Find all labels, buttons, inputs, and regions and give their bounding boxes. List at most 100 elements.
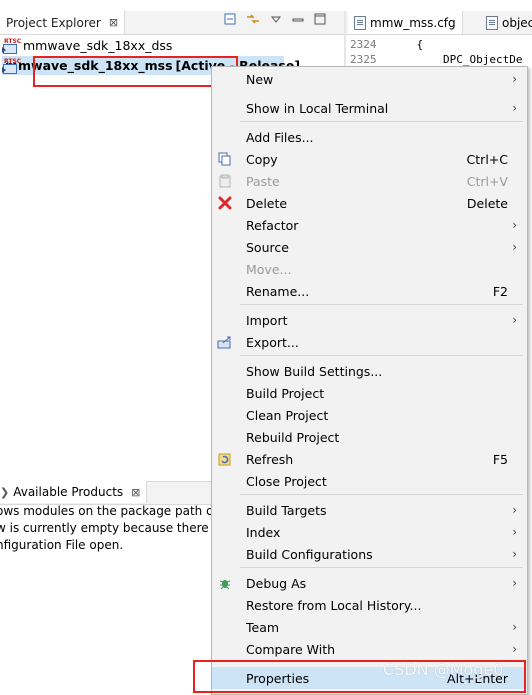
submenu-arrow-icon: › xyxy=(512,642,517,656)
menu-item-label: Source xyxy=(246,239,289,255)
menu-item-move: Move... xyxy=(212,258,525,280)
menu-item-label: Index xyxy=(246,524,281,540)
debug-icon xyxy=(217,575,233,591)
submenu-arrow-icon: › xyxy=(512,240,517,254)
delete-icon xyxy=(217,195,233,211)
menu-item-shortcut: Delete xyxy=(466,195,508,211)
menu-separator xyxy=(240,494,523,495)
project-explorer-tab-label: Project Explorer xyxy=(6,15,101,30)
menu-item-team[interactable]: Team › xyxy=(212,616,525,638)
menu-item-label: Show in Local Terminal xyxy=(246,100,389,116)
submenu-arrow-icon: › xyxy=(512,72,517,86)
line-number: 2325 xyxy=(350,53,377,66)
code-line: 2324 { xyxy=(350,38,423,53)
submenu-arrow-icon: › xyxy=(512,525,517,539)
file-icon xyxy=(354,15,366,30)
menu-item-label: Export... xyxy=(246,334,299,350)
menu-item-label: Show Build Settings... xyxy=(246,363,383,379)
tree-item-dss-project[interactable]: RTSC mmwave_sdk_18xx_dss xyxy=(2,36,172,55)
available-products-text: w is currently empty because there is xyxy=(0,521,223,535)
menu-item-rebuild-project[interactable]: Rebuild Project xyxy=(212,426,525,448)
close-icon[interactable]: ⊠ xyxy=(109,16,118,29)
products-icon: ❯ xyxy=(0,485,10,499)
file-icon xyxy=(486,15,498,30)
available-products-tab-label: Available Products xyxy=(13,485,124,499)
refresh-icon xyxy=(217,451,233,467)
menu-item-export[interactable]: Export... xyxy=(212,331,525,353)
menu-item-shortcut: Ctrl+V xyxy=(466,173,508,189)
tree-item-label: mmwave_sdk_18xx_dss xyxy=(23,38,173,53)
tab-available-products[interactable]: ❯ Available Products ⊠ xyxy=(0,481,148,503)
menu-item-label: Team xyxy=(246,619,280,635)
copy-icon xyxy=(217,151,233,167)
collapse-all-icon[interactable] xyxy=(224,13,236,25)
available-products-text: nfiguration File open. xyxy=(0,538,124,552)
menu-item-clean-project[interactable]: Clean Project xyxy=(212,404,525,426)
menu-item-compare-with[interactable]: Compare With › xyxy=(212,638,525,660)
menu-separator xyxy=(240,121,523,122)
menu-item-paste: Paste Ctrl+V xyxy=(212,170,525,192)
code-text: { xyxy=(390,38,424,51)
menu-item-source[interactable]: Source › xyxy=(212,236,525,258)
menu-item-label: Debug As xyxy=(246,575,307,591)
menu-separator xyxy=(240,567,523,568)
menu-item-label: Build Targets xyxy=(246,502,327,518)
menu-item-build-targets[interactable]: Build Targets › xyxy=(212,499,525,521)
project-explorer-toolbar xyxy=(224,13,326,25)
view-menu-icon[interactable] xyxy=(270,13,282,25)
menu-item-delete[interactable]: Delete Delete xyxy=(212,192,525,214)
menu-item-restore-from-local-history[interactable]: Restore from Local History... xyxy=(212,594,525,616)
watermark: CSDN @Moge0 xyxy=(383,660,504,679)
tab-mmw-mss-cfg[interactable]: mmw_mss.cfg xyxy=(348,11,463,34)
menu-item-show-build-settings[interactable]: Show Build Settings... xyxy=(212,360,525,382)
export-icon xyxy=(217,334,233,350)
menu-item-import[interactable]: Import › xyxy=(212,309,525,331)
menu-item-close-project[interactable]: Close Project xyxy=(212,470,525,492)
annotation-box-project xyxy=(33,56,238,87)
menu-item-build-project[interactable]: Build Project xyxy=(212,382,525,404)
submenu-arrow-icon: › xyxy=(512,313,517,327)
editor-tab-label: mmw_mss.cfg xyxy=(370,15,456,30)
menu-separator xyxy=(240,304,523,305)
submenu-arrow-icon: › xyxy=(512,576,517,590)
editor-tab-label: objec xyxy=(502,15,532,30)
available-products-text: ows modules on the package path o xyxy=(0,504,214,518)
minimize-icon[interactable] xyxy=(292,13,304,25)
menu-item-label: Rebuild Project xyxy=(246,429,340,445)
submenu-arrow-icon: › xyxy=(512,218,517,232)
submenu-arrow-icon: › xyxy=(512,547,517,561)
menu-item-label: Clean Project xyxy=(246,407,329,423)
menu-item-shortcut: F2 xyxy=(492,283,508,299)
code-text: DPC_ObjectDe xyxy=(390,53,523,66)
menu-item-label: Refactor xyxy=(246,217,299,233)
menu-item-new[interactable]: New › xyxy=(212,68,525,90)
menu-item-refactor[interactable]: Refactor › xyxy=(212,214,525,236)
menu-item-add-files[interactable]: Add Files... xyxy=(212,126,525,148)
menu-item-label: Rename... xyxy=(246,283,310,299)
menu-item-debug-as[interactable]: Debug As › xyxy=(212,572,525,594)
close-icon[interactable]: ⊠ xyxy=(131,486,140,499)
menu-item-label: Copy xyxy=(246,151,278,167)
menu-item-label: Refresh xyxy=(246,451,294,467)
menu-item-refresh[interactable]: Refresh F5 xyxy=(212,448,525,470)
menu-item-index[interactable]: Index › xyxy=(212,521,525,543)
menu-item-label: Restore from Local History... xyxy=(246,597,422,613)
tab-objec[interactable]: objec xyxy=(480,11,532,34)
tab-project-explorer[interactable]: Project Explorer ⊠ xyxy=(0,11,126,34)
line-number: 2324 xyxy=(350,38,377,51)
submenu-arrow-icon: › xyxy=(512,101,517,115)
menu-item-label: Build Configurations xyxy=(246,546,373,562)
menu-item-copy[interactable]: Copy Ctrl+C xyxy=(212,148,525,170)
menu-item-label: Close Project xyxy=(246,473,327,489)
menu-item-shortcut: Ctrl+C xyxy=(466,151,508,167)
menu-item-show-in-local-terminal[interactable]: Show in Local Terminal › xyxy=(212,97,525,119)
menu-item-label: Paste xyxy=(246,173,280,189)
link-with-editor-icon[interactable] xyxy=(246,13,260,25)
menu-item-label: Compare With xyxy=(246,641,336,657)
menu-item-shortcut: F5 xyxy=(492,451,508,467)
menu-item-label: Delete xyxy=(246,195,288,211)
maximize-icon[interactable] xyxy=(314,13,326,25)
menu-item-rename[interactable]: Rename... F2 xyxy=(212,280,525,302)
menu-item-label: Build Project xyxy=(246,385,325,401)
menu-item-build-configurations[interactable]: Build Configurations › xyxy=(212,543,525,565)
